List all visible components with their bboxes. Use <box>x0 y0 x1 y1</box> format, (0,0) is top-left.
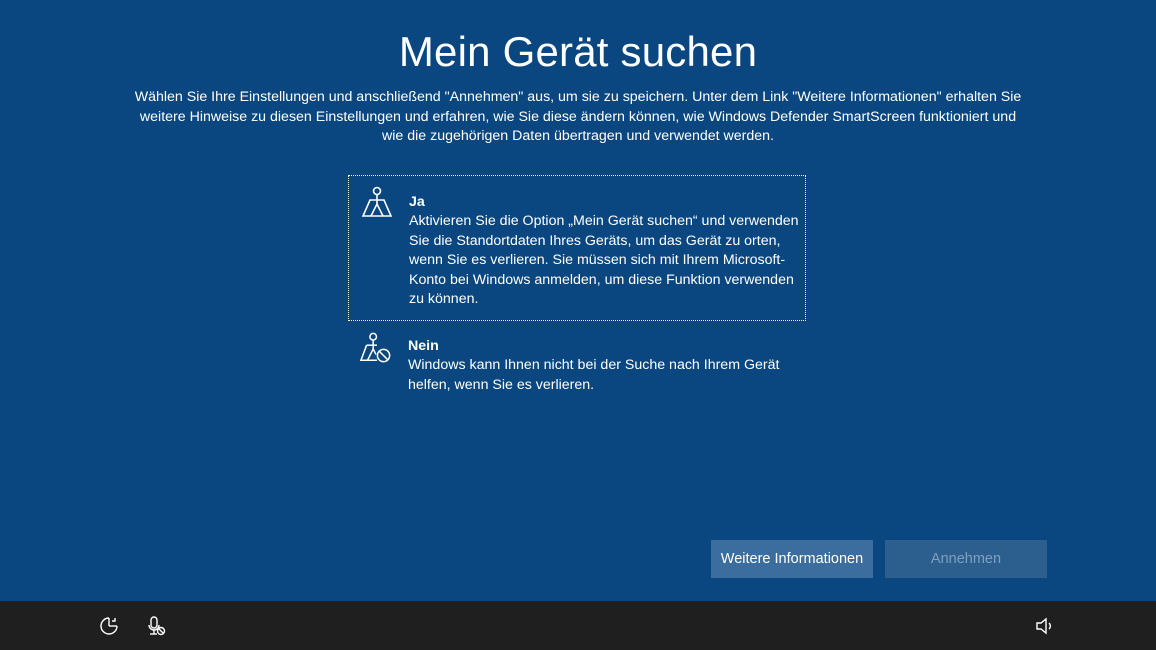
oobe-screen: Mein Gerät suchen Wählen Sie Ihre Einste… <box>0 0 1156 650</box>
main-panel: Mein Gerät suchen Wählen Sie Ihre Einste… <box>0 0 1156 601</box>
page-title: Mein Gerät suchen <box>398 28 758 75</box>
option-no-description: Windows kann Ihnen nicht bei der Suche n… <box>408 357 780 393</box>
location-icon <box>361 186 393 217</box>
ease-of-access-icon[interactable] <box>98 615 120 637</box>
accept-button[interactable]: Annehmen <box>885 540 1047 578</box>
option-no[interactable]: Nein Windows kann Ihnen nicht bei der Su… <box>348 321 806 401</box>
option-yes[interactable]: Ja Aktivieren Sie die Option „Mein Gerät… <box>348 175 806 321</box>
taskbar <box>0 601 1156 650</box>
option-yes-description: Aktivieren Sie die Option „Mein Gerät su… <box>409 213 799 308</box>
volume-icon[interactable] <box>1034 615 1056 637</box>
option-yes-heading: Ja <box>409 194 425 210</box>
location-blocked-icon <box>360 332 391 363</box>
option-no-heading: Nein <box>408 338 439 354</box>
intro-text: Wählen Sie Ihre Einstellungen und anschl… <box>134 89 1022 144</box>
more-info-button[interactable]: Weitere Informationen <box>711 540 873 578</box>
option-no-text: Nein Windows kann Ihnen nicht bei der Su… <box>408 337 798 395</box>
option-yes-text: Ja Aktivieren Sie die Option „Mein Gerät… <box>409 193 799 309</box>
microphone-icon[interactable] <box>145 615 167 637</box>
